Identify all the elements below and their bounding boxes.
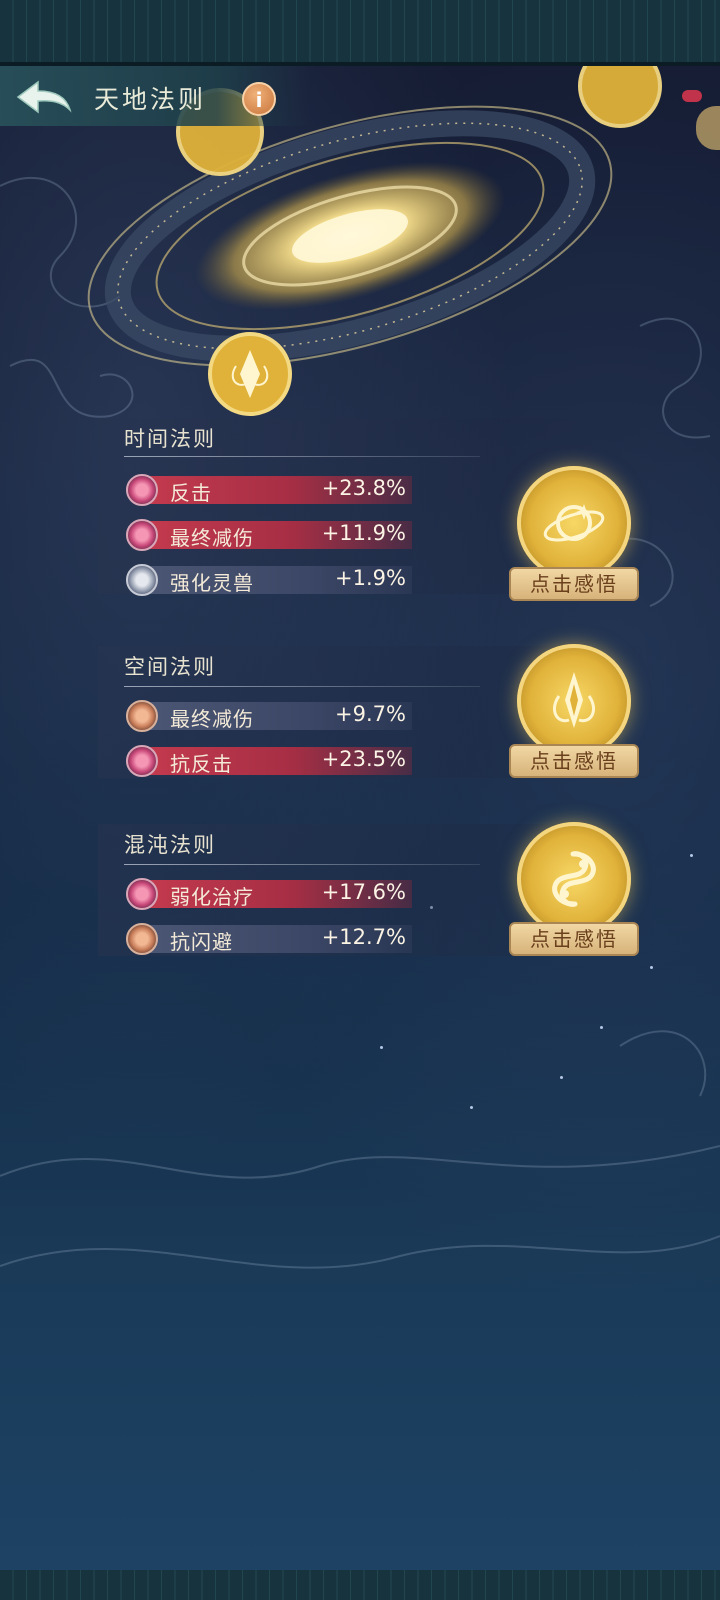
section-title-time-law: 时间法则 xyxy=(124,427,216,451)
stat-name: 抗反击 xyxy=(170,752,233,776)
stat-name: 抗闪避 xyxy=(170,930,233,954)
section-divider xyxy=(124,456,480,457)
star xyxy=(690,854,693,857)
stat-name: 弱化治疗 xyxy=(170,885,254,909)
page-title: 天地法则 xyxy=(94,85,207,114)
back-arrow-icon[interactable] xyxy=(14,78,74,116)
crystal-flame-icon xyxy=(553,672,595,728)
stat-value: +9.7% xyxy=(335,702,406,726)
stat-row: 抗闪避 +12.7% xyxy=(126,923,412,955)
stat-name: 反击 xyxy=(170,481,212,505)
stat-row: 最终减伤 +9.7% xyxy=(126,700,412,732)
stat-row: 弱化治疗 +17.6% xyxy=(126,878,412,910)
chaos-law-medal[interactable] xyxy=(517,822,631,936)
planet-ring-icon xyxy=(543,504,605,542)
space-law-medal[interactable] xyxy=(517,644,631,758)
stat-value: +1.9% xyxy=(335,566,406,590)
stat-value: +23.8% xyxy=(321,476,406,500)
stat-value: +12.7% xyxy=(321,925,406,949)
bronze-orb-icon xyxy=(126,923,158,955)
star xyxy=(600,1026,603,1029)
stat-value: +17.6% xyxy=(321,880,406,904)
star xyxy=(560,1076,563,1079)
info-button[interactable]: i xyxy=(242,82,276,116)
silver-orb-icon xyxy=(126,564,158,596)
star xyxy=(470,1106,473,1109)
yin-yang-swirl-icon xyxy=(552,851,596,907)
notification-badge xyxy=(682,90,702,102)
stat-value: +11.9% xyxy=(321,521,406,545)
pink-orb-icon xyxy=(126,474,158,506)
section-title-chaos-law: 混沌法则 xyxy=(124,833,216,857)
bronze-orb-icon xyxy=(126,700,158,732)
top-status-band xyxy=(0,0,720,66)
perceive-button-time[interactable]: 点击感悟 xyxy=(509,567,639,601)
time-law-medal[interactable] xyxy=(517,466,631,580)
star xyxy=(380,1046,383,1049)
perceive-button-space[interactable]: 点击感悟 xyxy=(509,744,639,778)
stat-row: 抗反击 +23.5% xyxy=(126,745,412,777)
section-title-space-law: 空间法则 xyxy=(124,655,216,679)
pink-orb-icon xyxy=(126,745,158,777)
stat-name: 最终减伤 xyxy=(170,526,254,550)
pink-orb-icon xyxy=(126,878,158,910)
star xyxy=(650,966,653,969)
perceive-button-chaos[interactable]: 点击感悟 xyxy=(509,922,639,956)
section-divider xyxy=(124,864,480,865)
stat-value: +23.5% xyxy=(321,747,406,771)
stat-name: 强化灵兽 xyxy=(170,571,254,595)
stat-row: 最终减伤 +11.9% xyxy=(126,519,412,551)
stat-name: 最终减伤 xyxy=(170,707,254,731)
pink-orb-icon xyxy=(126,519,158,551)
stat-row: 强化灵兽 +1.9% xyxy=(126,564,412,596)
section-divider xyxy=(124,686,480,687)
stat-row: 反击 +23.8% xyxy=(126,474,412,506)
bottom-nav-band xyxy=(0,1570,720,1600)
